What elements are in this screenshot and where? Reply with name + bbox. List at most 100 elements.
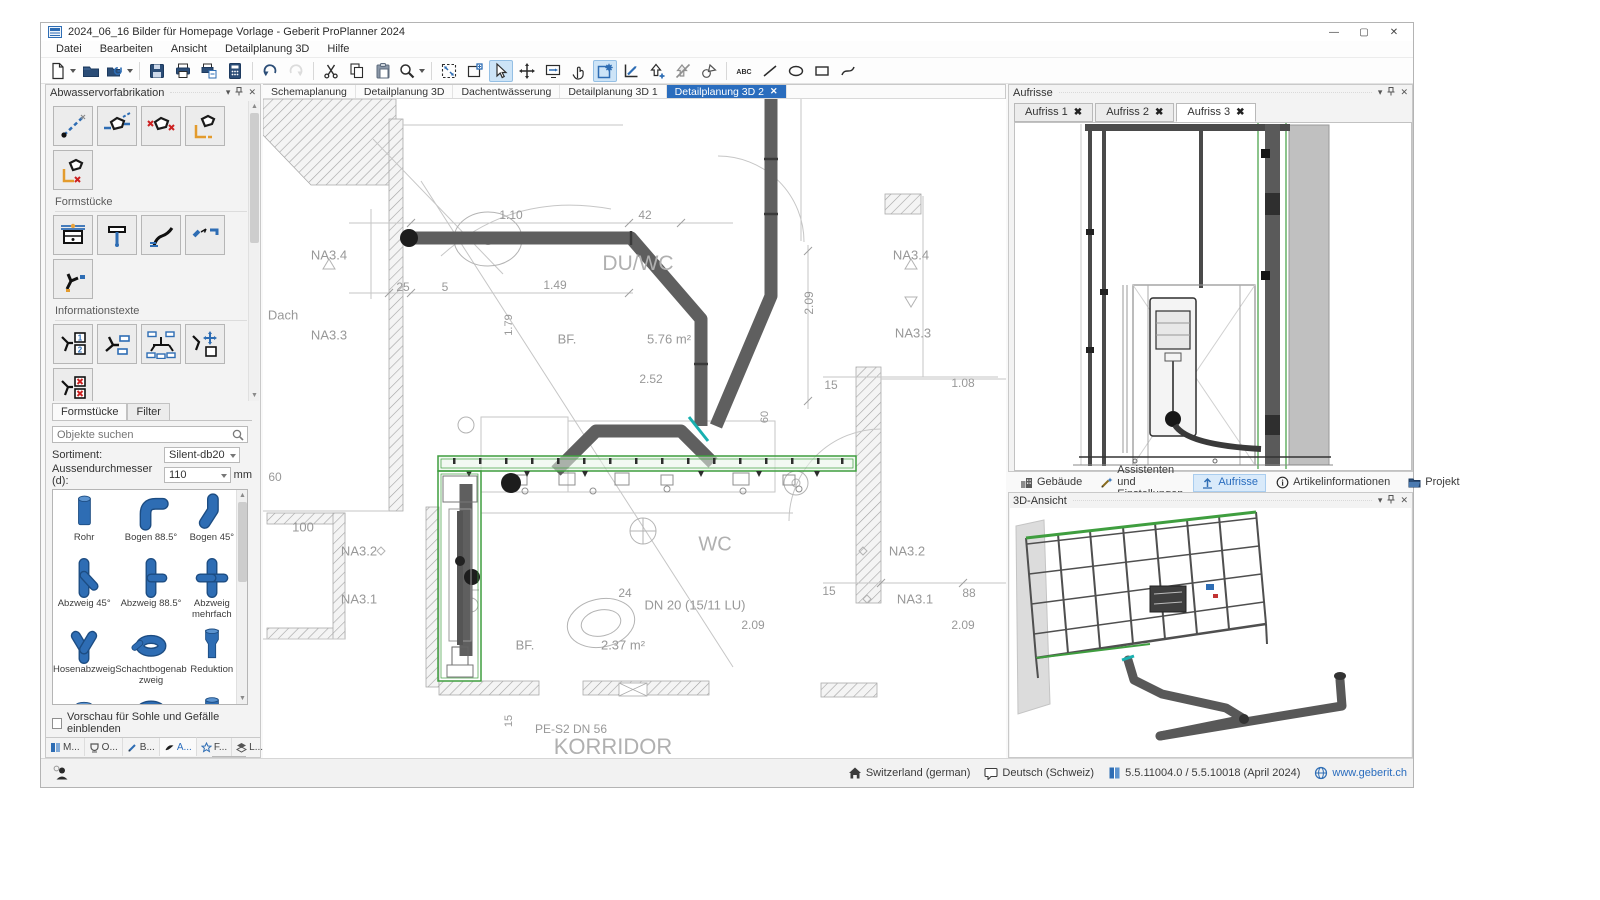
tab-formst-cke[interactable]: Formstücke <box>52 403 127 421</box>
close-tab-icon[interactable]: ✖ <box>1155 107 1163 118</box>
close-tab-icon[interactable]: ✖ <box>1074 107 1082 118</box>
menu-hilfe[interactable]: Hilfe <box>318 41 358 57</box>
sidebar-tab-m[interactable]: M... <box>46 738 85 756</box>
fittings-scrollbar[interactable]: ▲ ▼ <box>236 490 247 704</box>
toolbar-pan-view-button[interactable] <box>541 60 565 82</box>
document-tab-detailplanung-3d-1[interactable]: Detailplanung 3D 1 <box>560 85 666 98</box>
tool-draw-waste-pipe-button[interactable] <box>53 106 93 146</box>
toolbar-draw-rectangle-button[interactable] <box>810 60 834 82</box>
sidebar-tab-f[interactable]: F... <box>197 738 232 756</box>
tool-y-branch-piece-button[interactable] <box>53 259 93 299</box>
fitting-abzweig-45[interactable]: Abzweig 45° <box>53 556 115 622</box>
toolbar-undo-button[interactable] <box>258 60 282 82</box>
tool-palette-scrollbar[interactable]: ▲ ▼ <box>248 101 259 401</box>
tool-info-callouts-button[interactable] <box>97 324 137 364</box>
dropdown-caret-icon[interactable] <box>70 69 76 73</box>
dropdown-caret-icon[interactable] <box>127 69 133 73</box>
fitting-unlabeled-12[interactable] <box>187 688 237 705</box>
status-www-geberit-ch[interactable]: www.geberit.ch <box>1314 766 1407 780</box>
dock-tab-artikelinformationen[interactable]: iArtikelinformationen <box>1268 474 1398 492</box>
toolbar-save-button[interactable] <box>145 60 169 82</box>
toolbar-zoom-fit-button[interactable] <box>437 60 461 82</box>
3d-view[interactable] <box>1010 508 1411 757</box>
menu-ansicht[interactable]: Ansicht <box>162 41 216 57</box>
tool-waste-object-route-delete-button[interactable] <box>53 150 93 190</box>
sidebar-tab-b[interactable]: B... <box>123 738 160 756</box>
user-icon[interactable] <box>53 765 69 781</box>
minimize-button[interactable]: — <box>1319 23 1349 41</box>
search-icon[interactable] <box>231 428 245 442</box>
fitting-abzweig-mehrfach[interactable]: Abzweig mehrfach <box>187 556 237 622</box>
toolbar-open-folder-button[interactable] <box>79 60 103 82</box>
toolbar-shapes-button[interactable] <box>697 60 721 82</box>
fitting-schachtbogenab-zweig[interactable]: Schachtbogenab zweig <box>115 622 186 688</box>
toolbar-draw-line-button[interactable] <box>758 60 782 82</box>
panel-dropdown-icon[interactable]: ▾ <box>1378 88 1383 97</box>
fitting-bogen-45[interactable]: Bogen 45° <box>187 490 237 556</box>
dropdown-caret-icon[interactable] <box>419 69 425 73</box>
tool-info-move-label-button[interactable] <box>185 324 225 364</box>
tool-info-delete-label-button[interactable] <box>53 368 93 401</box>
preview-checkbox[interactable] <box>52 718 62 729</box>
document-tab-dachentw-sserung[interactable]: Dachentwässerung <box>453 85 560 98</box>
menu-bearbeiten[interactable]: Bearbeiten <box>91 41 162 57</box>
fitting-unlabeled-11[interactable] <box>115 688 186 705</box>
close-tab-icon[interactable]: ✕ <box>770 86 778 97</box>
tool-branch-curve-button[interactable] <box>141 215 181 255</box>
panel-pin-icon[interactable] <box>1387 495 1395 506</box>
toolbar-touch-select-button[interactable] <box>567 60 591 82</box>
aufriss-tab-aufriss-3[interactable]: Aufriss 3✖ <box>1176 103 1255 122</box>
tab-filter[interactable]: Filter <box>127 403 169 421</box>
toolbar-draw-arc-button[interactable] <box>836 60 860 82</box>
tool-waste-object-button[interactable] <box>97 106 137 146</box>
sidebar-tab-o[interactable]: O... <box>85 738 123 756</box>
fitting-bogen-88-5[interactable]: Bogen 88.5° <box>115 490 186 556</box>
panel-dropdown-icon[interactable]: ▾ <box>1378 496 1383 505</box>
toolbar-select-arrow-button[interactable] <box>489 60 513 82</box>
toolbar-move-tool-button[interactable] <box>515 60 539 82</box>
close-button[interactable]: ✕ <box>1379 23 1409 41</box>
aufriss-tab-aufriss-1[interactable]: Aufriss 1✖ <box>1014 103 1093 122</box>
panel-close-icon[interactable]: ✕ <box>1400 88 1408 97</box>
dock-tab-aufrisse[interactable]: Aufrisse <box>1193 474 1266 492</box>
dock-tab-geb-ude[interactable]: Gebäude <box>1012 474 1090 492</box>
search-input[interactable] <box>53 427 247 442</box>
menu-datei[interactable]: Datei <box>47 41 91 57</box>
toolbar-copy-button[interactable] <box>345 60 369 82</box>
fitting-hosenabzweig[interactable]: Hosenabzweig <box>53 622 115 688</box>
toolbar-text-abc-button[interactable]: ABC <box>732 60 756 82</box>
panel-close-icon[interactable]: ✕ <box>248 88 256 97</box>
toolbar-cut-button[interactable] <box>319 60 343 82</box>
document-tab-schemaplanung[interactable]: Schemaplanung <box>263 85 356 98</box>
panel-pin-icon[interactable] <box>235 87 243 98</box>
document-tab-detailplanung-3d[interactable]: Detailplanung 3D <box>356 85 454 98</box>
maximize-button[interactable]: ▢ <box>1349 23 1379 41</box>
fitting-reduktion[interactable]: Reduktion <box>187 622 237 688</box>
toolbar-print-button[interactable] <box>171 60 195 82</box>
toolbar-zoom-tool-button[interactable] <box>397 60 426 82</box>
dock-tab-projekt[interactable]: Projekt <box>1400 474 1467 492</box>
aufriss-tab-aufriss-2[interactable]: Aufriss 2✖ <box>1095 103 1174 122</box>
tool-collector-box-button[interactable] <box>53 215 93 255</box>
dropdown-sortiment[interactable]: Silent-db20 <box>164 447 240 463</box>
panel-dropdown-icon[interactable]: ▾ <box>226 88 231 97</box>
panel-close-icon[interactable]: ✕ <box>1400 496 1408 505</box>
tool-connect-pieces-button[interactable] <box>185 215 225 255</box>
dropdown-aussendurchmesser-d[interactable]: 110 <box>164 467 231 483</box>
fitting-rohr[interactable]: Rohr <box>53 490 115 556</box>
document-tab-detailplanung-3d-2[interactable]: Detailplanung 3D 2✕ <box>667 85 787 98</box>
toolbar-new-document-button[interactable] <box>48 60 77 82</box>
floorplan-canvas[interactable]: NA3.4NA3.4DachNA3.3NA3.3DU/WC1.10422551.… <box>263 99 1006 758</box>
toolbar-redo-button[interactable] <box>284 60 308 82</box>
toolbar-draw-ellipse-button[interactable] <box>784 60 808 82</box>
tool-info-numbers-button[interactable]: 12 <box>53 324 93 364</box>
toolbar-arrow-disabled-button[interactable] <box>671 60 695 82</box>
toolbar-paste-button[interactable] <box>371 60 395 82</box>
toolbar-calculator-button[interactable] <box>223 60 247 82</box>
sidebar-tab-a[interactable]: A... <box>160 737 197 756</box>
toolbar-measure-edit-button[interactable] <box>619 60 643 82</box>
tool-info-many-callouts-button[interactable] <box>141 324 181 364</box>
tool-tee-fitting-button[interactable] <box>97 215 137 255</box>
menu-detailplanung-3d[interactable]: Detailplanung 3D <box>216 41 318 57</box>
toolbar-zoom-window-button[interactable] <box>463 60 487 82</box>
